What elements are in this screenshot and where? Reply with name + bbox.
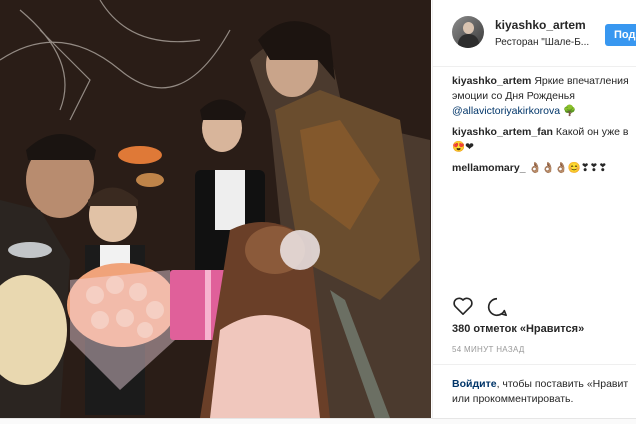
post-timestamp: 54 МИНУТ НАЗАД [452,345,525,354]
login-text-part: или прокомментировать. [452,393,574,405]
post-sidebar: kiyashko_artem Ресторан "Шале-Б... Подп … [432,0,636,418]
comment-icon[interactable] [486,296,508,318]
comment-item: mellamomary_ 👌🏽👌🏽👌🏽😊❣❣❣ [452,161,636,176]
heart-icon[interactable] [452,296,474,316]
follow-button[interactable]: Подп [605,24,636,46]
comments-list: kiyashko_artem Яркие впечатления эмоции … [452,74,636,182]
login-prompt: Войдите, чтобы поставить «Нравит или про… [433,364,636,419]
avatar[interactable] [452,16,484,48]
mention-link[interactable]: @allavictoriyakirkorova [452,105,560,117]
comment-emoji: 👌🏽👌🏽👌🏽😊❣❣❣ [528,162,608,174]
comment-emoji: 🌳 [563,105,577,117]
comment-username[interactable]: mellamomary_ [452,162,526,174]
username-link[interactable]: kiyashko_artem [495,18,586,32]
login-link[interactable]: Войдите [452,378,497,390]
login-text: Войдите, чтобы поставить «Нравит или про… [452,377,636,407]
comment-text: Яркие впечатления [534,75,629,87]
login-text-part: , чтобы поставить «Нравит [496,378,629,390]
comment-text: эмоции со Дня Рожденья [452,90,575,102]
comment-text: Какой он уже в [555,126,629,138]
comment-item: kiyashko_artem Яркие впечатления эмоции … [452,74,636,119]
comment-username[interactable]: kiyashko_artem [452,75,531,87]
likes-count[interactable]: 380 отметок «Нравится» [452,323,584,335]
post-photo[interactable] [0,0,431,418]
post-actions [452,296,552,320]
comment-username[interactable]: kiyashko_artem_fan [452,126,553,138]
photo-illustration [0,0,431,418]
comment-emoji: 😍❤ [452,141,474,153]
instagram-post: kiyashko_artem Ресторан "Шале-Б... Подп … [0,0,636,419]
comment-item: kiyashko_artem_fan Какой он уже в 😍❤ [452,125,636,155]
location-link[interactable]: Ресторан "Шале-Б... [495,37,589,48]
post-header: kiyashko_artem Ресторан "Шале-Б... Подп [433,0,636,67]
